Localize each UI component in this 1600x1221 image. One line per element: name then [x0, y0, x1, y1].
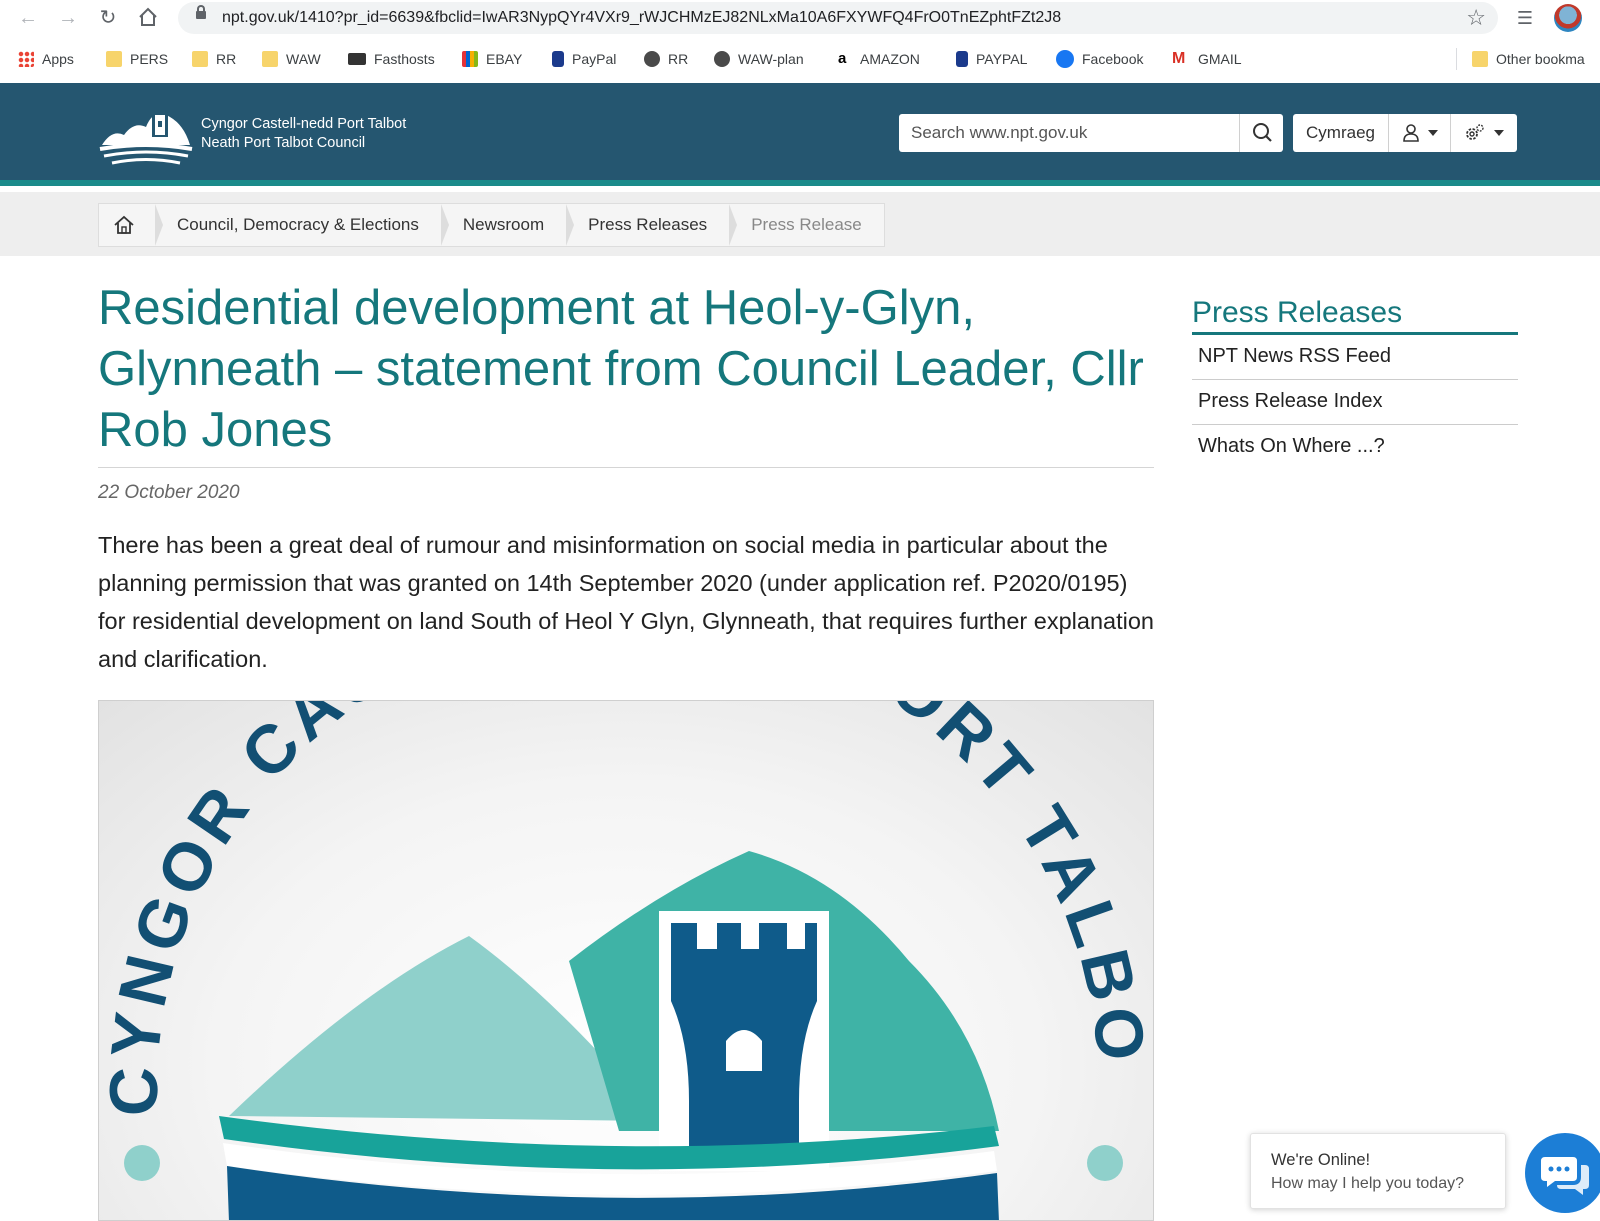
chevron-down-icon — [1494, 130, 1504, 136]
bookmark-amazon[interactable]: a AMAZON — [838, 49, 920, 69]
sidebar: Press Releases NPT News RSS Feed Press R… — [1192, 296, 1518, 469]
chat-icon — [1541, 1157, 1589, 1195]
back-arrow-icon[interactable]: ← — [16, 6, 40, 30]
bookmark-label: Apps — [42, 51, 74, 67]
account-menu-button[interactable] — [1389, 114, 1451, 152]
council-logo-icon[interactable] — [98, 101, 194, 167]
breadcrumb: Council, Democracy & Elections Newsroom … — [98, 203, 885, 247]
breadcrumb-current-page: Press Release — [751, 215, 862, 234]
bookmark-label: WAW — [286, 51, 321, 67]
chat-launcher-button[interactable] — [1525, 1133, 1600, 1213]
globe-icon — [714, 51, 730, 67]
shopping-bag-icon — [462, 51, 478, 67]
chat-prompt-text: How may I help you today? — [1271, 1175, 1464, 1192]
bookmark-paypal-2[interactable]: PAYPAL — [956, 49, 1027, 69]
bookmark-rr-site[interactable]: RR — [644, 49, 688, 69]
bookmark-gmail[interactable]: M GMAIL — [1172, 49, 1242, 69]
language-toggle-button[interactable]: Cymraeg — [1293, 114, 1389, 152]
site-search — [899, 114, 1283, 152]
breadcrumb-home[interactable] — [99, 204, 163, 246]
apps-grid-icon — [18, 51, 34, 67]
bookmark-label: PERS — [130, 51, 169, 67]
sidebar-link-press-release-index[interactable]: Press Release Index — [1192, 380, 1518, 425]
search-icon — [1253, 123, 1272, 142]
bookmark-label: PAYPAL — [976, 51, 1028, 67]
settings-menu-button[interactable] — [1451, 114, 1517, 152]
header-tools: Cymraeg — [1293, 114, 1517, 152]
gmail-icon: M — [1172, 50, 1186, 67]
paypal-icon — [956, 51, 968, 67]
paypal-icon — [552, 51, 564, 67]
bookmark-fasthosts[interactable]: Fasthosts — [348, 49, 435, 69]
breadcrumb-press-releases[interactable]: Press Releases — [566, 204, 738, 246]
facebook-icon — [1056, 50, 1074, 68]
bookmark-rr-folder[interactable]: RR — [192, 49, 236, 69]
council-logo-image: CYNGOR CASTELL-NEDD PORT TALBOT — [99, 701, 1153, 1220]
breadcrumb-council-democracy[interactable]: Council, Democracy & Elections — [155, 204, 449, 246]
bookmark-apps[interactable]: Apps — [18, 49, 74, 69]
other-bookmarks[interactable]: Other bookma — [1472, 49, 1585, 69]
page-title: Residential development at Heol-y-Glyn, … — [98, 278, 1154, 468]
envelope-icon — [348, 53, 366, 65]
site-header: Cyngor Castell-nedd Port Talbot Neath Po… — [0, 83, 1600, 186]
reading-list-icon[interactable]: ☰ — [1513, 6, 1537, 30]
brand-welsh-name: Cyngor Castell-nedd Port Talbot — [201, 116, 407, 132]
sidebar-link-rss-feed[interactable]: NPT News RSS Feed — [1192, 335, 1518, 380]
browser-toolbar: ← → ↻ npt.gov.uk/1410?pr_id=6639&fbclid=… — [0, 0, 1600, 36]
reload-icon[interactable]: ↻ — [96, 6, 120, 30]
bookmark-facebook[interactable]: Facebook — [1056, 49, 1143, 69]
breadcrumb-newsroom[interactable]: Newsroom — [441, 204, 575, 246]
bookmark-label: GMAIL — [1198, 51, 1242, 67]
url-text: npt.gov.uk/1410?pr_id=6639&fbclid=IwAR3N… — [222, 9, 1062, 26]
bookmark-star-icon[interactable]: ☆ — [1466, 5, 1486, 31]
brand-english-name: Neath Port Talbot Council — [201, 135, 366, 151]
home-icon — [114, 215, 134, 234]
amazon-icon: a — [838, 50, 847, 67]
lock-icon — [196, 5, 206, 19]
bookmark-waw[interactable]: WAW — [262, 49, 321, 69]
bookmark-waw-plan[interactable]: WAW-plan — [714, 49, 804, 69]
article-lead-paragraph: There has been a great deal of rumour an… — [98, 532, 1154, 672]
sidebar-link-whats-on-where[interactable]: Whats On Where ...? — [1192, 425, 1518, 469]
forward-arrow-icon[interactable]: → — [56, 6, 80, 30]
bookmark-label: Facebook — [1082, 51, 1144, 67]
bookmark-label: Fasthosts — [374, 51, 435, 67]
search-button[interactable] — [1239, 114, 1283, 152]
user-icon — [1402, 124, 1419, 142]
bookmarks-bar: Apps PERS RR WAW Fasthosts EBAY PayPal R… — [0, 40, 1600, 78]
bookmark-label: RR — [668, 51, 689, 67]
council-brand[interactable]: Cyngor Castell-nedd Port Talbot Neath Po… — [201, 115, 406, 153]
bookmark-label: EBAY — [486, 51, 523, 67]
bookmark-label: WAW-plan — [738, 51, 804, 67]
bookmark-label: Other bookma — [1496, 51, 1585, 67]
chat-status-text: We're Online! — [1271, 1151, 1371, 1169]
search-input[interactable] — [899, 114, 1239, 152]
breadcrumb-bar: Council, Democracy & Elections Newsroom … — [0, 192, 1600, 256]
address-bar[interactable]: npt.gov.uk/1410?pr_id=6639&fbclid=IwAR3N… — [178, 2, 1498, 34]
gear-icon — [1466, 124, 1484, 140]
bookmark-paypal[interactable]: PayPal — [552, 49, 616, 69]
folder-icon — [262, 51, 278, 67]
folder-icon — [106, 51, 122, 67]
sidebar-title[interactable]: Press Releases — [1192, 296, 1518, 335]
bookmark-label: AMAZON — [860, 51, 920, 67]
bookmark-label: RR — [216, 51, 237, 67]
bookmark-ebay[interactable]: EBAY — [462, 49, 522, 69]
folder-icon — [192, 51, 208, 67]
bookmark-pers[interactable]: PERS — [106, 49, 168, 69]
article-image: CYNGOR CASTELL-NEDD PORT TALBOT — [98, 700, 1154, 1221]
bookmark-label: PayPal — [572, 51, 617, 67]
article: Residential development at Heol-y-Glyn, … — [98, 278, 1154, 678]
chevron-down-icon — [1427, 130, 1438, 136]
globe-icon — [644, 51, 660, 67]
profile-avatar[interactable] — [1554, 4, 1582, 32]
bookmarks-divider — [1456, 48, 1457, 70]
chat-greeting-bubble[interactable]: We're Online! How may I help you today? — [1250, 1133, 1506, 1209]
home-icon[interactable] — [136, 6, 160, 30]
folder-icon — [1472, 51, 1488, 67]
publish-date: 22 October 2020 — [98, 482, 240, 503]
